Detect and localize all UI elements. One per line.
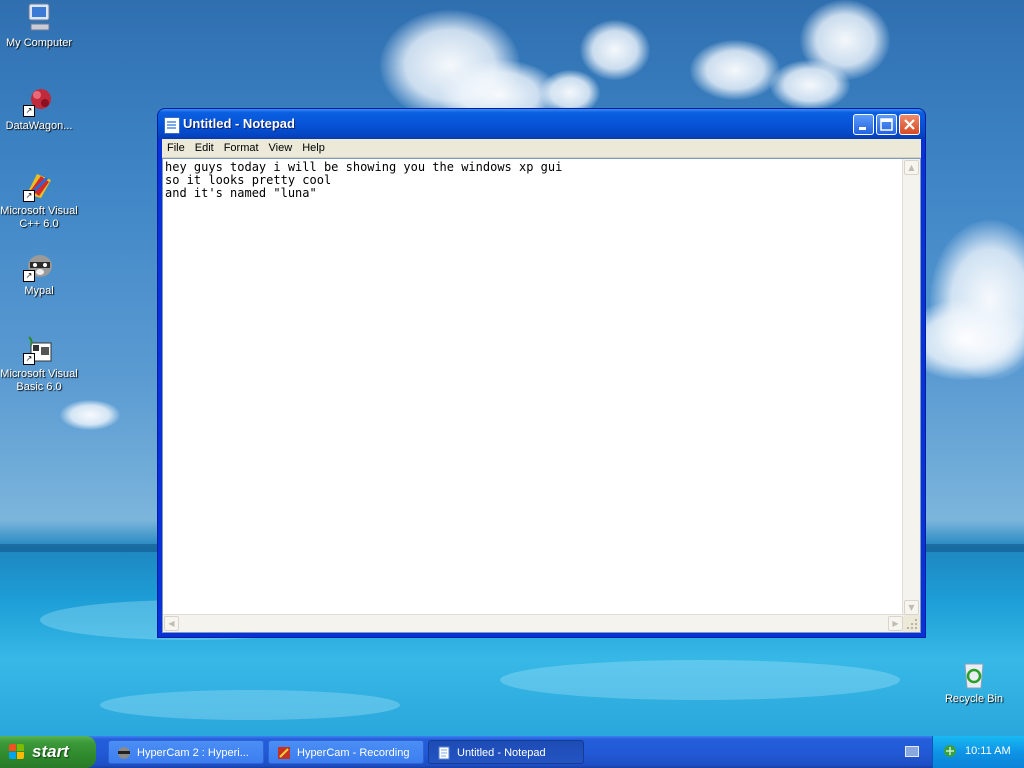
scroll-down-icon[interactable]: ▼: [904, 600, 919, 615]
close-button[interactable]: [899, 114, 920, 135]
minimize-button[interactable]: [853, 114, 874, 135]
mypal-raccoon-icon: ↗: [23, 250, 55, 282]
start-label: start: [32, 742, 69, 761]
menu-format[interactable]: Format: [219, 139, 264, 154]
text-editor[interactable]: hey guys today i will be showing you the…: [162, 158, 921, 633]
menu-edit[interactable]: Edit: [190, 139, 219, 154]
notepad-window[interactable]: Untitled - Notepad File Edit Format View Hel…: [158, 109, 925, 637]
keyboard-icon[interactable]: [905, 746, 919, 757]
editor-content: hey guys today i will be showing you the…: [165, 160, 563, 200]
network-icon[interactable]: [943, 744, 958, 759]
visual-cpp-icon: ↗: [23, 170, 55, 202]
taskbar-item-hypercam-recording[interactable]: HyperCam - Recording: [268, 740, 424, 764]
menu-bar: File Edit Format View Help: [162, 139, 921, 158]
menu-view[interactable]: View: [264, 139, 298, 154]
taskbar-item-label: HyperCam 2 : Hyperi...: [137, 747, 249, 759]
hypercam-recording-icon: [278, 747, 290, 759]
notepad-icon: [438, 746, 450, 760]
visual-basic-icon: ↗: [23, 333, 55, 365]
close-icon: [904, 119, 915, 130]
desktop-icon-label: Mypal: [24, 285, 54, 297]
desktop-icon-my-computer[interactable]: My Computer: [0, 2, 79, 50]
taskbar-item-label: Untitled - Notepad: [457, 747, 546, 759]
title-bar[interactable]: Untitled - Notepad: [158, 109, 925, 139]
desktop-icon-label: Microsoft Visual C++ 6.0: [0, 205, 78, 230]
desktop-icon-label: Microsoft Visual Basic 6.0: [0, 368, 78, 393]
start-button[interactable]: start: [0, 736, 96, 768]
my-computer-icon: [23, 2, 55, 34]
minimize-icon: [859, 127, 866, 130]
desktop-icon-recycle-bin[interactable]: Recycle Bin: [934, 658, 1014, 706]
horizontal-scrollbar[interactable]: ◀ ▶: [163, 614, 904, 632]
desktop-icon-visual-basic[interactable]: ↗ Microsoft Visual Basic 6.0: [0, 333, 79, 394]
desktop-icon-datawagon[interactable]: ↗ DataWagon...: [0, 85, 79, 133]
taskbar: start HyperCam 2 : Hyperi... HyperCam - …: [0, 736, 1024, 768]
shortcut-arrow-icon: ↗: [23, 353, 35, 365]
desktop-icon-label: Recycle Bin: [944, 693, 1004, 705]
datawagon-icon: ↗: [23, 85, 55, 117]
desktop-icon-visual-cpp[interactable]: ↗ Microsoft Visual C++ 6.0: [0, 170, 79, 231]
menu-help[interactable]: Help: [297, 139, 330, 154]
vertical-scrollbar[interactable]: ▲ ▼: [902, 159, 920, 616]
shortcut-arrow-icon: ↗: [23, 105, 35, 117]
maximize-icon: [880, 118, 893, 131]
hypercam-icon: [118, 747, 130, 759]
maximize-button[interactable]: [876, 114, 897, 135]
notepad-icon: [164, 117, 180, 134]
windows-flag-icon: [9, 744, 25, 760]
window-title: Untitled - Notepad: [183, 116, 295, 131]
shortcut-arrow-icon: ↗: [23, 270, 35, 282]
resize-grip-icon[interactable]: [903, 615, 920, 632]
desktop-icon-label: DataWagon...: [5, 120, 73, 132]
system-tray: 10:11 AM: [932, 736, 1024, 768]
clock[interactable]: 10:11 AM: [965, 745, 1011, 757]
recycle-bin-icon: [958, 658, 990, 690]
scroll-up-icon[interactable]: ▲: [904, 160, 919, 175]
taskbar-item-notepad[interactable]: Untitled - Notepad: [428, 740, 584, 764]
taskbar-item-label: HyperCam - Recording: [297, 747, 410, 759]
taskbar-item-hypercam[interactable]: HyperCam 2 : Hyperi...: [108, 740, 264, 764]
shortcut-arrow-icon: ↗: [23, 190, 35, 202]
desktop-icon-mypal[interactable]: ↗ Mypal: [0, 250, 79, 298]
menu-file[interactable]: File: [162, 139, 190, 154]
scroll-left-icon[interactable]: ◀: [164, 616, 179, 631]
scroll-right-icon[interactable]: ▶: [888, 616, 903, 631]
desktop-icon-label: My Computer: [5, 37, 73, 49]
